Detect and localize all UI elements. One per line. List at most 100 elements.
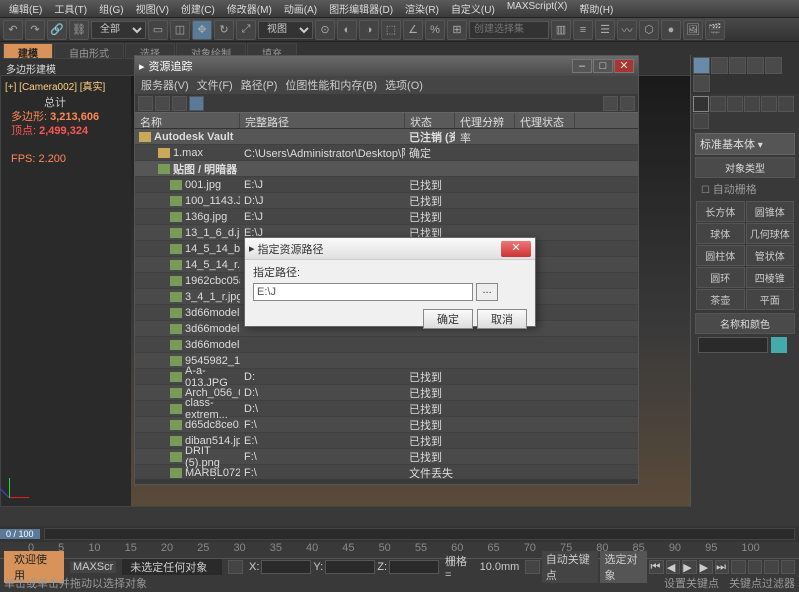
schematic-btn[interactable]: ⬡ [639,20,659,40]
spacewarps-tab[interactable] [778,96,794,112]
column-header[interactable]: 完整路径 [240,113,405,128]
table-row[interactable]: 3d66model2 [135,337,638,353]
scale-btn[interactable]: ⤢ [236,20,256,40]
toolbar-btn[interactable]: ◫ [170,20,190,40]
nav-icon[interactable] [764,560,778,574]
path-input[interactable] [253,283,473,301]
hierarchy-tab[interactable] [729,57,746,74]
close-btn[interactable]: ✕ [614,59,634,73]
unlink-btn[interactable]: ⛓ [69,20,89,40]
viewport-label[interactable]: [+] [Camera002] [真实] [5,78,105,93]
ok-button[interactable]: 确定 [423,309,473,329]
z-input[interactable] [389,560,439,574]
link-btn[interactable]: 🔗 [47,20,67,40]
toolbar-btn[interactable]: ⊞ [447,20,467,40]
menu-item[interactable]: 组(G) [94,0,128,17]
keyfilter-btn[interactable]: 关键点过滤器 [729,575,795,591]
play-next-icon[interactable]: ▶ [699,560,713,574]
lock-icon[interactable] [228,560,243,574]
autogrid-check[interactable]: ☐ 自动栅格 [695,178,795,200]
primitive-btn[interactable]: 茶壶 [696,289,745,310]
modify-tab[interactable] [711,57,728,74]
column-header[interactable]: 名称 [135,113,240,128]
rotate-btn[interactable]: ↻ [214,20,234,40]
material-btn[interactable]: ● [661,20,681,40]
align-btn[interactable]: ≡ [573,20,593,40]
color-swatch[interactable] [771,337,787,353]
primitive-btn[interactable]: 圆柱体 [696,245,745,266]
cancel-button[interactable]: 取消 [477,309,527,329]
minimize-btn[interactable]: – [572,59,592,73]
refcoord-dropdown[interactable]: 视图 [258,21,313,39]
cameras-tab[interactable] [744,96,760,112]
section-header[interactable]: 名称和颜色 [695,313,795,334]
ribbon-tab[interactable]: 建模 [3,43,53,59]
menu-item[interactable]: 修改器(M) [222,0,277,17]
time-slider[interactable] [44,528,795,540]
toolbar-btn[interactable]: ⊙ [315,20,335,40]
refresh-icon[interactable] [138,96,153,111]
column-header[interactable]: 代理状态 [515,113,575,128]
select-btn[interactable]: ▭ [148,20,168,40]
menu-item[interactable]: 渲染(R) [400,0,444,17]
layer-btn[interactable]: ☰ [595,20,615,40]
menu-item[interactable]: MAXScript(X) [502,0,573,17]
table-row[interactable]: A-a-013.JPGD:已找到 [135,369,638,385]
table-row[interactable]: 001.jpgE:\J已找到 [135,177,638,193]
help-icon[interactable] [603,96,618,111]
primitive-btn[interactable]: 四棱锥 [746,267,795,288]
table-row[interactable]: 100_1143.JPGD:\J已找到 [135,193,638,209]
nav-icon[interactable] [731,560,745,574]
primitive-btn[interactable]: 圆锥体 [746,201,795,222]
frame-indicator[interactable]: 0 / 100 [0,529,40,539]
primitive-btn[interactable]: 长方体 [696,201,745,222]
toolbar-btn[interactable]: ◐ [337,20,357,40]
menu-item[interactable]: 工具(T) [49,0,92,17]
motion-tab[interactable] [747,57,764,74]
helpers-tab[interactable] [761,96,777,112]
column-header[interactable]: 状态 [405,113,455,128]
percent-snap-btn[interactable]: % [425,20,445,40]
utilities-tab[interactable] [693,75,710,92]
render-btn[interactable]: 🎬 [705,20,725,40]
menu-item[interactable]: 编辑(E) [4,0,47,17]
toolbar-btn[interactable]: ↶ [3,20,23,40]
toolbar-btn[interactable]: ◑ [359,20,379,40]
nav-icon[interactable] [781,560,795,574]
section-header[interactable]: 对象类型 [695,157,795,178]
lights-tab[interactable] [727,96,743,112]
primitive-btn[interactable]: 球体 [696,223,745,244]
table-row[interactable]: 136g.jpgE:\J已找到 [135,209,638,225]
x-input[interactable] [261,560,311,574]
maxscript-label[interactable]: MAXScr [70,561,116,573]
asset-menu-item[interactable]: 文件(F) [197,77,233,93]
table-row[interactable]: d65dc8ce01f...F:\已找到 [135,417,638,433]
menu-item[interactable]: 自定义(U) [446,0,500,17]
primitive-btn[interactable]: 管状体 [746,245,795,266]
play-start-icon[interactable]: ⏮ [649,560,663,574]
menu-item[interactable]: 图形编辑器(D) [324,0,398,17]
play-icon[interactable]: ▶ [682,560,696,574]
primitive-btn[interactable]: 几何球体 [746,223,795,244]
asset-menu-item[interactable]: 服务器(V) [141,77,189,93]
menu-item[interactable]: 创建(C) [176,0,220,17]
tool-icon[interactable] [189,96,204,111]
toolbar-btn[interactable]: ↷ [25,20,45,40]
display-tab[interactable] [765,57,782,74]
maximize-btn[interactable]: □ [593,59,613,73]
menu-item[interactable]: 视图(V) [131,0,174,17]
ribbon-tab[interactable]: 自由形式 [54,43,124,59]
table-row[interactable]: class-extrem...D:\已找到 [135,401,638,417]
play-end-icon[interactable]: ⏭ [715,560,729,574]
systems-tab[interactable] [693,113,709,129]
table-row[interactable]: 1.maxC:\Users\Administrator\Desktop\陈江丰\… [135,145,638,161]
asset-menu-item[interactable]: 路径(P) [241,77,278,93]
selected-dropdown[interactable]: 选定对象 [600,551,647,583]
snap-btn[interactable]: ⬚ [381,20,401,40]
name-input[interactable] [698,337,768,353]
move-btn[interactable]: ✥ [192,20,212,40]
window-titlebar[interactable]: ▸ 资源追踪 – □ ✕ [135,56,638,76]
key-icon[interactable] [525,560,539,574]
table-row[interactable]: 贴图 / 明暗器 [135,161,638,177]
named-selection[interactable] [469,21,549,39]
